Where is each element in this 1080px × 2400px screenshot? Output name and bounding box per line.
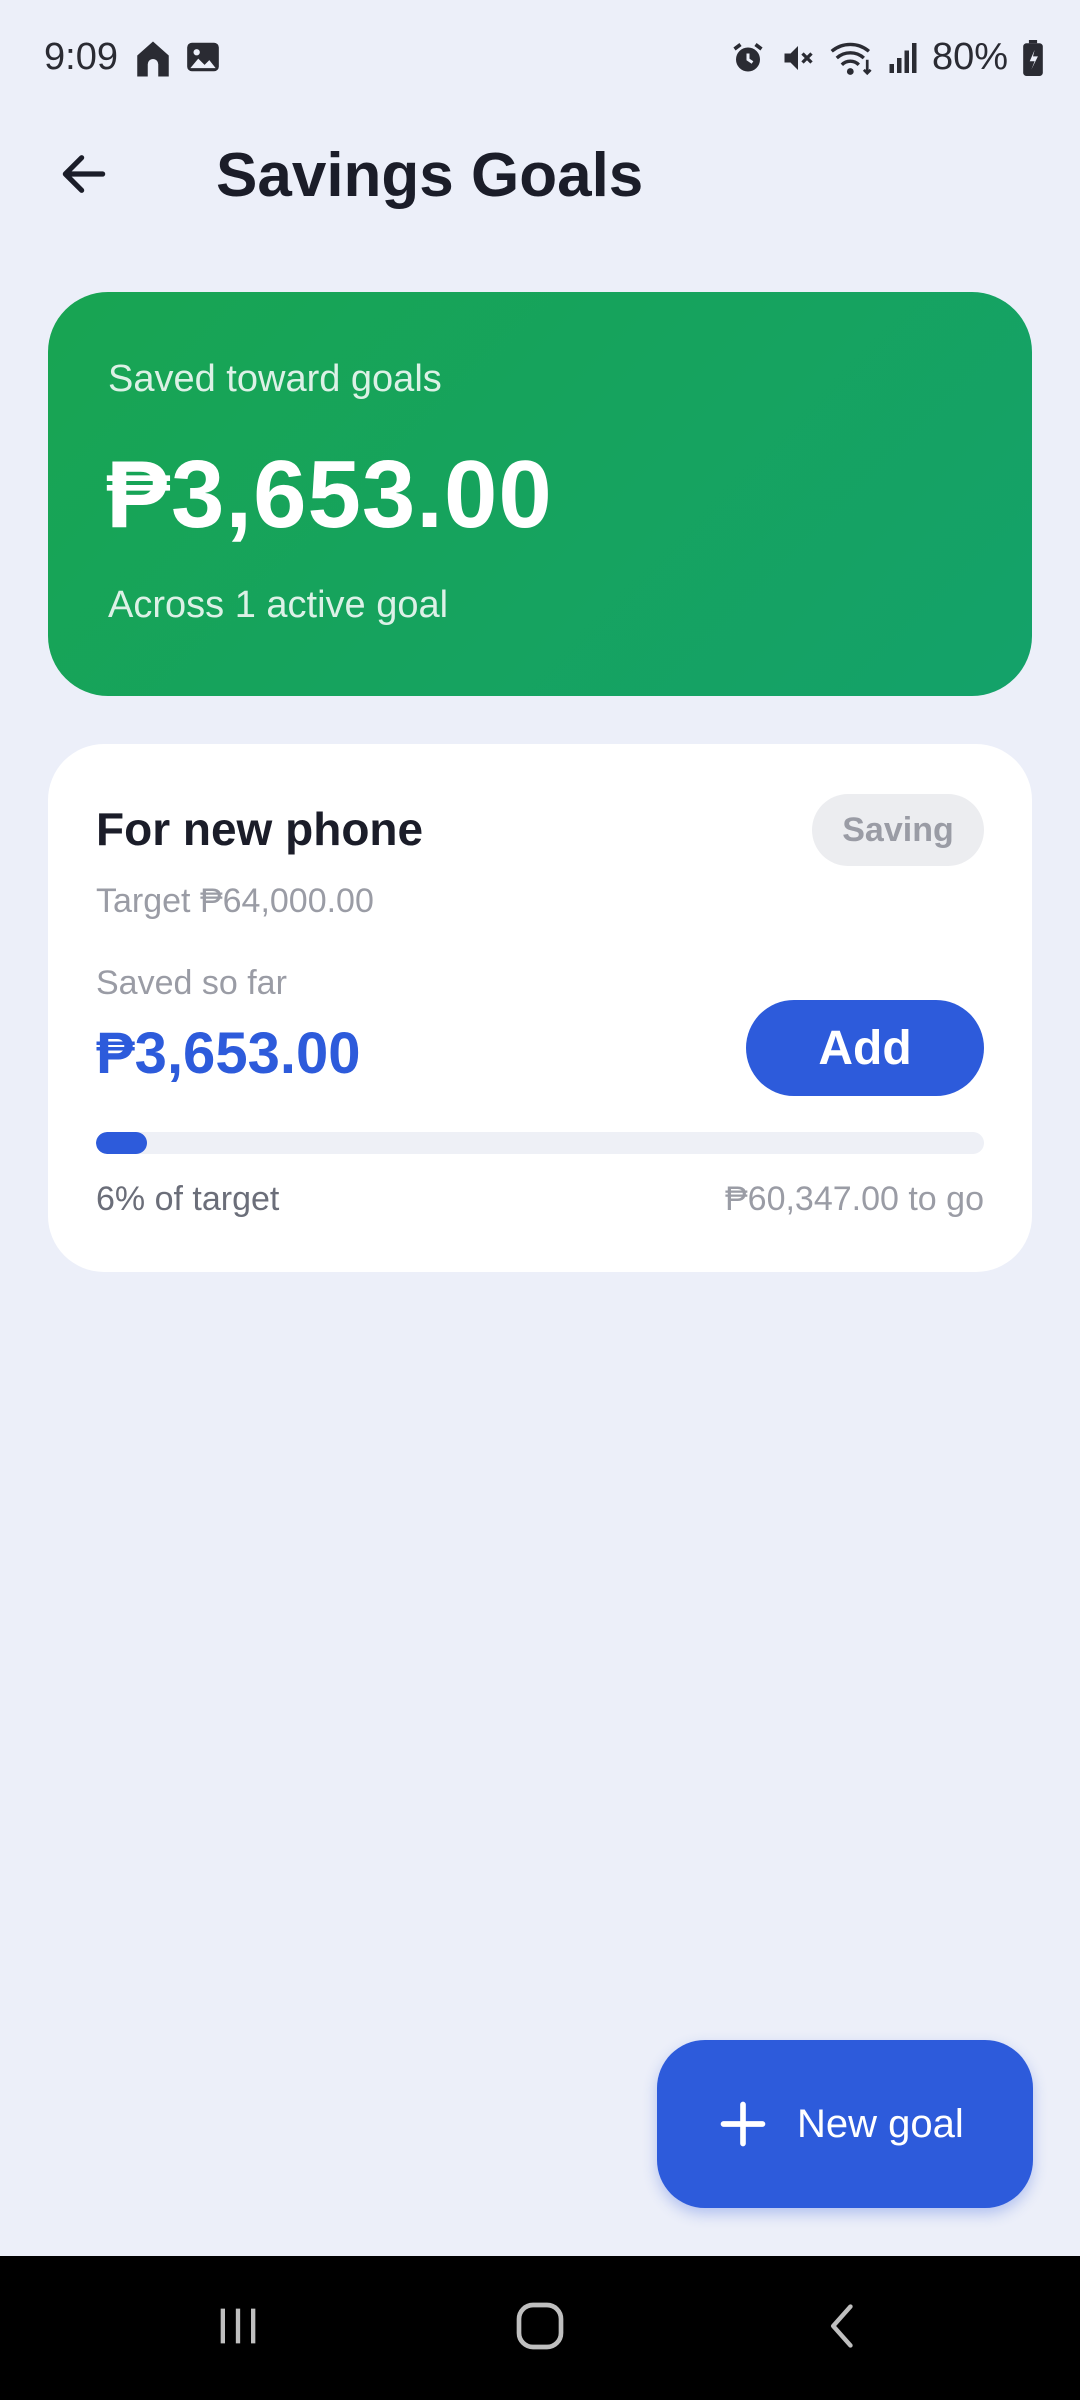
goal-progress-fill: [96, 1132, 147, 1154]
back-nav-button[interactable]: [764, 2256, 924, 2400]
status-right-icons: 80%: [730, 36, 1044, 79]
status-bar: 9:09 80%: [0, 0, 1080, 120]
status-time: 9:09: [44, 36, 118, 78]
image-icon: [184, 38, 222, 85]
goal-target: Target ₱64,000.00: [96, 882, 374, 920]
home-nav-button[interactable]: [460, 2256, 620, 2400]
system-navigation-bar: [0, 2256, 1080, 2400]
back-nav-icon: [818, 2300, 870, 2357]
goal-name: For new phone: [96, 803, 424, 855]
wifi-icon: [830, 39, 874, 77]
back-button[interactable]: [44, 136, 124, 216]
page-title: Savings Goals: [216, 141, 644, 210]
goal-remaining: ₱60,347.00 to go: [724, 1180, 984, 1218]
battery-icon: [1022, 39, 1044, 76]
mute-icon: [780, 40, 816, 76]
recent-apps-button[interactable]: [158, 2256, 318, 2400]
battery-level: 80%: [931, 36, 1008, 78]
summary-label: Saved toward goals: [108, 358, 442, 400]
new-goal-label: New goal: [797, 2101, 964, 2146]
savings-summary-card: Saved toward goals ₱3,653.00 Across 1 ac…: [48, 292, 1032, 696]
summary-amount: ₱3,653.00: [106, 441, 553, 548]
summary-subtitle: Across 1 active goal: [108, 584, 449, 626]
home-nav-icon: [512, 2298, 568, 2359]
goal-percent: 6% of target: [96, 1180, 280, 1218]
status-left-icons: [132, 38, 222, 85]
goal-saved-label: Saved so far: [96, 964, 287, 1002]
recent-apps-icon: [212, 2300, 264, 2357]
new-goal-button[interactable]: New goal: [657, 2040, 1033, 2208]
alarm-icon: [730, 40, 766, 76]
app-header: Savings Goals: [0, 120, 1080, 230]
goal-status-badge: Saving: [812, 794, 984, 866]
goal-progress-bar: [96, 1132, 984, 1154]
savings-goals-screen: 9:09 80% Savings Goals Saved toward goal…: [0, 0, 1080, 2400]
home-icon: [132, 38, 174, 85]
add-funds-button[interactable]: Add: [746, 1000, 984, 1096]
arrow-left-icon: [56, 146, 112, 207]
goal-card[interactable]: For new phone Saving Target ₱64,000.00 S…: [48, 744, 1032, 1272]
plus-icon: [717, 2098, 769, 2150]
goal-saved-amount: ₱3,653.00: [96, 1021, 361, 1086]
signal-icon: [888, 40, 918, 76]
